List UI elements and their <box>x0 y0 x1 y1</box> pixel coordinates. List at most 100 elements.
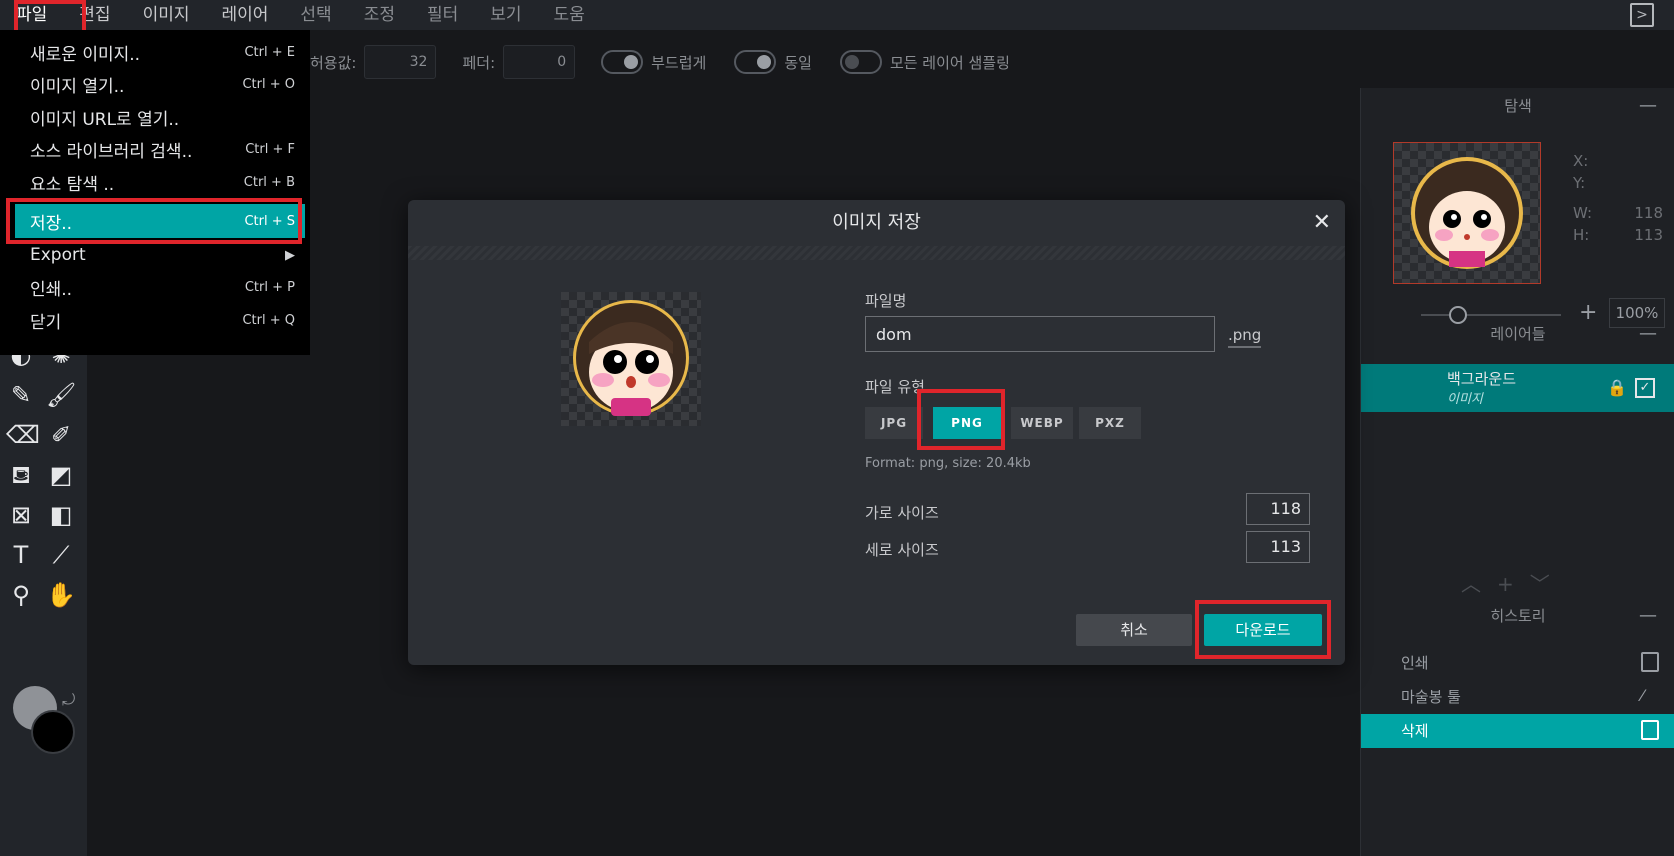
history-item-label: 마술봉 툴 <box>1401 688 1461 706</box>
menu-select[interactable]: 선택 <box>284 0 347 30</box>
magic-wand-icon: ⁄ <box>1641 686 1644 705</box>
navigator-title: 탐색 <box>1504 97 1532 115</box>
download-button[interactable]: 다운로드 <box>1204 614 1322 646</box>
add-layer-icon[interactable]: + <box>1497 572 1530 596</box>
eraser-icon[interactable]: ⌫ <box>6 420 40 450</box>
history-item[interactable]: 삭제 <box>1361 714 1674 748</box>
history-title: 히스토리 <box>1490 607 1546 625</box>
smooth-toggle[interactable] <box>601 50 644 74</box>
history-header: 히스토리 — <box>1361 598 1674 634</box>
filetype-pxz-button[interactable]: PXZ <box>1079 407 1141 439</box>
filename-input[interactable] <box>865 316 1215 352</box>
menu-layer[interactable]: 레이어 <box>205 0 284 30</box>
zoom-icon[interactable]: ⚲ <box>6 580 36 610</box>
layer-type: 이미지 <box>1447 392 1483 407</box>
menu-item-label: Export <box>30 245 86 265</box>
paint-bucket-icon[interactable]: ⛾ <box>6 460 36 490</box>
menu-item-open-image[interactable]: 이미지 열기.. Ctrl + O <box>15 67 305 101</box>
move-layer-up-icon[interactable]: ︿ <box>1461 572 1497 596</box>
contiguous-label: 동일 <box>784 53 812 72</box>
character-thumbnail-image <box>1411 157 1523 269</box>
menu-view[interactable]: 보기 <box>474 0 537 30</box>
menu-item-label: 이미지 URL로 열기.. <box>30 109 180 130</box>
menu-file[interactable]: 파일 <box>0 0 63 30</box>
dialog-title: 이미지 저장 <box>832 212 921 233</box>
collapse-panel-icon[interactable]: > <box>1630 3 1654 27</box>
shapes-icon[interactable]: ◧ <box>46 500 76 530</box>
lock-icon[interactable]: 🔒 <box>1607 378 1627 398</box>
tolerance-label: 허용값: <box>310 53 357 72</box>
filetype-selector: JPG PNG WEBP PXZ <box>865 407 1147 439</box>
filetype-webp-button[interactable]: WEBP <box>1011 407 1073 439</box>
history-item[interactable]: 인쇄 <box>1361 646 1674 680</box>
tolerance-input[interactable]: 32 <box>364 45 437 79</box>
x-label: X: <box>1573 152 1589 170</box>
pencil-icon[interactable]: ✎ <box>6 380 36 410</box>
menu-item-print[interactable]: 인쇄.. Ctrl + P <box>15 270 305 304</box>
layers-header: 레이어들 — <box>1361 316 1674 352</box>
smooth-label: 부드럽게 <box>651 53 707 72</box>
submenu-arrow-icon: ▶ <box>285 247 295 263</box>
menu-item-shortcut: Ctrl + E <box>244 44 295 60</box>
menu-item-label: 인쇄.. <box>30 279 73 300</box>
menu-filter[interactable]: 필터 <box>411 0 474 30</box>
document-icon <box>1641 720 1659 740</box>
history-item[interactable]: 마술봉 툴 ⁄ <box>1361 680 1674 714</box>
menu-adjust[interactable]: 조정 <box>348 0 411 30</box>
history-item-label: 삭제 <box>1401 722 1429 740</box>
hand-icon[interactable]: ✋ <box>46 580 76 610</box>
menu-item-new-image[interactable]: 새로운 이미지.. Ctrl + E <box>15 35 305 69</box>
menu-item-shortcut: Ctrl + S <box>244 213 295 229</box>
height-input[interactable]: 113 <box>1246 531 1310 563</box>
menu-item-open-url[interactable]: 이미지 URL로 열기.. <box>15 100 305 134</box>
menu-item-search-library[interactable]: 소스 라이브러리 검색.. Ctrl + F <box>15 132 305 166</box>
layer-row[interactable]: 백그라운드 이미지 🔒 ✓ <box>1361 364 1674 412</box>
brush-icon[interactable]: 🖌 <box>46 380 76 410</box>
feather-label: 페더: <box>462 53 496 72</box>
navigator-coords: X: Y: W: 118 H: 113 <box>1573 150 1663 246</box>
menu-item-save[interactable]: 저장.. Ctrl + S <box>15 204 305 238</box>
layer-actions: ︿+﹀ <box>1461 568 1566 597</box>
move-layer-down-icon[interactable]: ﹀ <box>1530 572 1566 596</box>
collapse-history-icon[interactable]: — <box>1639 598 1657 634</box>
background-color-swatch[interactable] <box>31 710 75 754</box>
menu-item-browse-elements[interactable]: 요소 탐색 .. Ctrl + B <box>15 165 305 199</box>
menu-item-shortcut: Ctrl + B <box>243 174 295 190</box>
frame-icon[interactable]: ⊠ <box>6 500 36 530</box>
cancel-button[interactable]: 취소 <box>1076 614 1192 646</box>
menu-item-close[interactable]: 닫기 Ctrl + Q <box>15 303 305 337</box>
dialog-divider <box>408 246 1345 260</box>
feather-input[interactable]: 0 <box>503 45 576 79</box>
navigator-thumbnail[interactable] <box>1393 142 1541 284</box>
right-panel: 탐색 — X: Y: W: 118 H: 113 + 100% 레이어들 — 백… <box>1360 88 1674 856</box>
filetype-png-button[interactable]: PNG <box>933 407 1001 439</box>
menu-item-export[interactable]: Export ▶ <box>15 238 305 272</box>
text-icon[interactable]: T <box>6 540 36 570</box>
width-input[interactable]: 118 <box>1246 493 1310 525</box>
file-dropdown-menu: 새로운 이미지.. Ctrl + E 이미지 열기.. Ctrl + O 이미지… <box>0 30 310 355</box>
document-icon <box>1641 652 1659 672</box>
filetype-jpg-button[interactable]: JPG <box>865 407 923 439</box>
swap-colors-icon[interactable]: ⤾ <box>62 690 75 710</box>
menu-image[interactable]: 이미지 <box>127 0 206 30</box>
character-preview-image <box>573 300 689 416</box>
collapse-layers-icon[interactable]: — <box>1639 316 1657 352</box>
image-preview <box>561 292 701 426</box>
menu-item-label: 닫기 <box>30 312 62 333</box>
menu-help[interactable]: 도움 <box>538 0 601 30</box>
close-icon[interactable]: ✕ <box>1313 210 1331 235</box>
menu-item-label: 새로운 이미지.. <box>30 44 141 65</box>
clone-brush-icon[interactable]: ✐ <box>46 420 76 450</box>
contiguous-toggle[interactable] <box>734 50 777 74</box>
options-bar: 허용값: 32 페더: 0 부드럽게 동일 모든 레이어 샘플링 <box>310 42 1038 82</box>
all-layers-toggle[interactable] <box>839 50 882 74</box>
menu-edit[interactable]: 편집 <box>63 0 126 30</box>
app-window: 파일 편집 이미지 레이어 선택 조정 필터 보기 도움 > 허용값: 32 페… <box>0 0 1674 856</box>
collapse-navigator-icon[interactable]: — <box>1639 88 1657 124</box>
gradient-icon[interactable]: ◩ <box>46 460 76 490</box>
eyedropper-icon[interactable]: ⟋ <box>46 540 76 570</box>
filetype-label: 파일 유형 <box>865 378 925 396</box>
w-label: W: <box>1573 204 1593 222</box>
visibility-checkbox-icon[interactable]: ✓ <box>1635 378 1655 398</box>
menu-item-label: 저장.. <box>30 213 73 234</box>
